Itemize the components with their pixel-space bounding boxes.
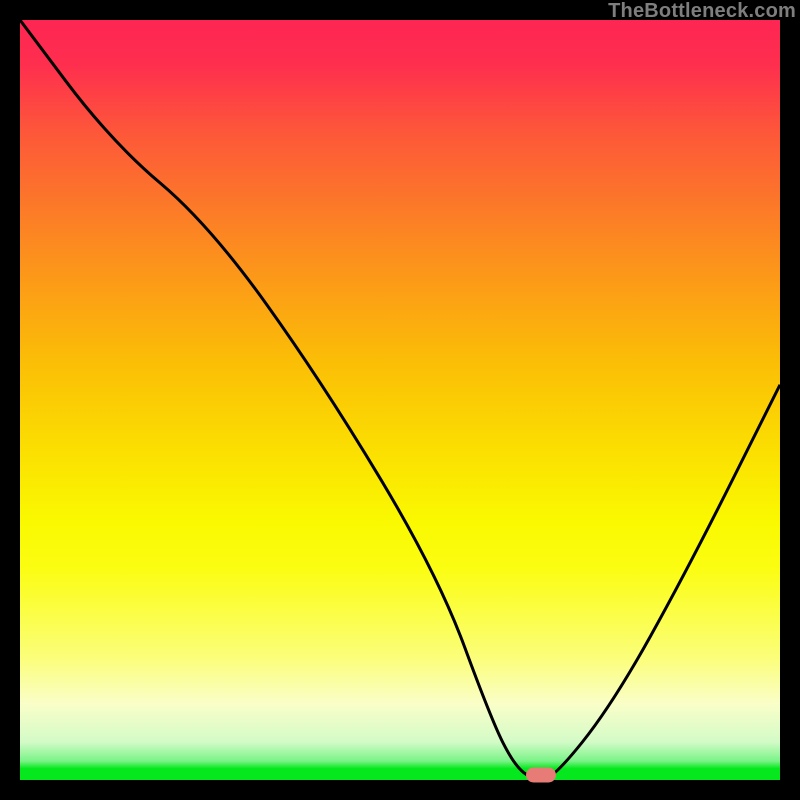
watermark-text: TheBottleneck.com (608, 0, 796, 22)
plot-area (20, 20, 780, 780)
bottleneck-curve (20, 20, 780, 780)
curve-layer (20, 20, 780, 780)
optimal-marker (526, 767, 556, 782)
